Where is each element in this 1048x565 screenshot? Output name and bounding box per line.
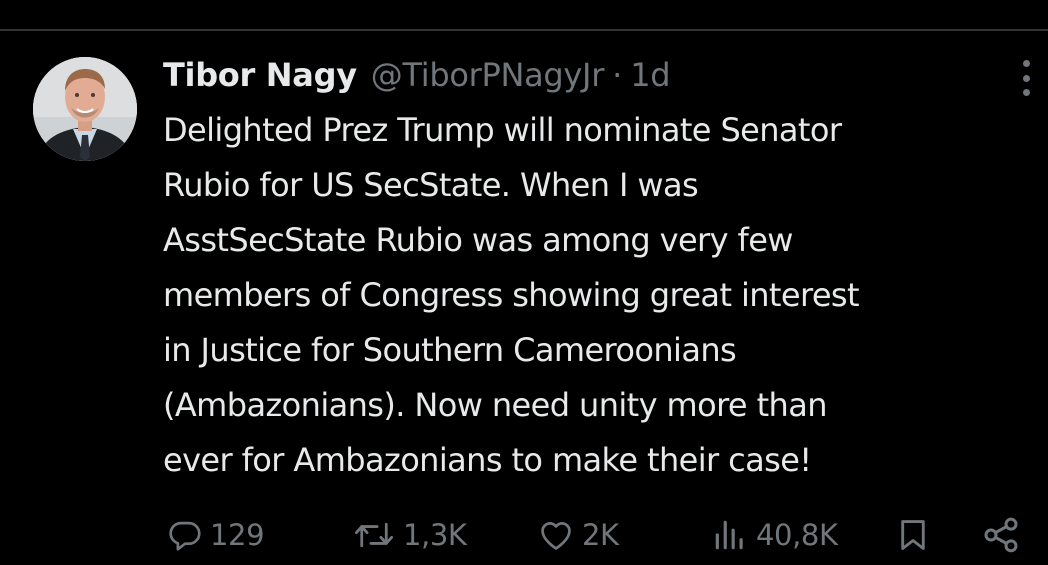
reply-button[interactable]: 129	[166, 510, 265, 560]
heart-icon	[541, 522, 571, 550]
views-count: 40,8K	[756, 518, 838, 552]
author-name[interactable]: Tibor Nagy	[163, 49, 357, 101]
reply-icon	[169, 521, 201, 551]
tweet-header: Tibor Nagy @TiborPNagyJr · 1d	[163, 49, 671, 101]
more-vertical-icon	[1022, 60, 1030, 67]
top-divider	[0, 29, 1048, 31]
tweet-text: Delighted Prez Trump will nominate Senat…	[163, 103, 1043, 488]
views-button[interactable]: 40,8K	[710, 510, 838, 560]
more-options-button[interactable]	[1013, 60, 1039, 96]
tweet-text-line: ever for Ambazonians to make their case!	[163, 441, 812, 479]
tweet-text-line: in Justice for Southern Cameroonians	[163, 331, 737, 369]
like-count: 2K	[582, 518, 619, 552]
header-separator: ·	[612, 56, 623, 94]
bookmark-button[interactable]	[894, 510, 932, 560]
tweet-text-line: Rubio for US SecState. When I was	[163, 166, 699, 204]
share-icon	[984, 517, 1018, 553]
reply-count: 129	[210, 518, 265, 552]
tweet-text-line: members of Congress showing great intere…	[163, 276, 860, 314]
tweet-text-line: AsstSecState Rubio was among very few	[163, 221, 793, 259]
repost-button[interactable]: 1,3K	[351, 510, 467, 560]
views-icon	[715, 520, 743, 550]
bookmark-icon	[901, 520, 925, 550]
avatar[interactable]	[33, 57, 137, 161]
more-vertical-icon-dot	[1022, 74, 1030, 82]
tweet-text-line: Delighted Prez Trump will nominate Senat…	[163, 111, 842, 149]
repost-count: 1,3K	[403, 518, 467, 552]
tweet-text-line: (Ambazonians). Now need unity more than	[163, 386, 828, 424]
share-button[interactable]	[981, 510, 1021, 560]
more-vertical-icon-dot	[1022, 89, 1030, 96]
author-handle[interactable]: @TiborPNagyJr	[371, 49, 605, 101]
tweet-actions: 129 1,3K 2K 40,8K	[0, 510, 1048, 560]
tweet-timestamp[interactable]: 1d	[630, 49, 670, 101]
avatar-photo	[33, 57, 137, 161]
repost-icon	[354, 522, 394, 548]
like-button[interactable]: 2K	[536, 510, 619, 560]
